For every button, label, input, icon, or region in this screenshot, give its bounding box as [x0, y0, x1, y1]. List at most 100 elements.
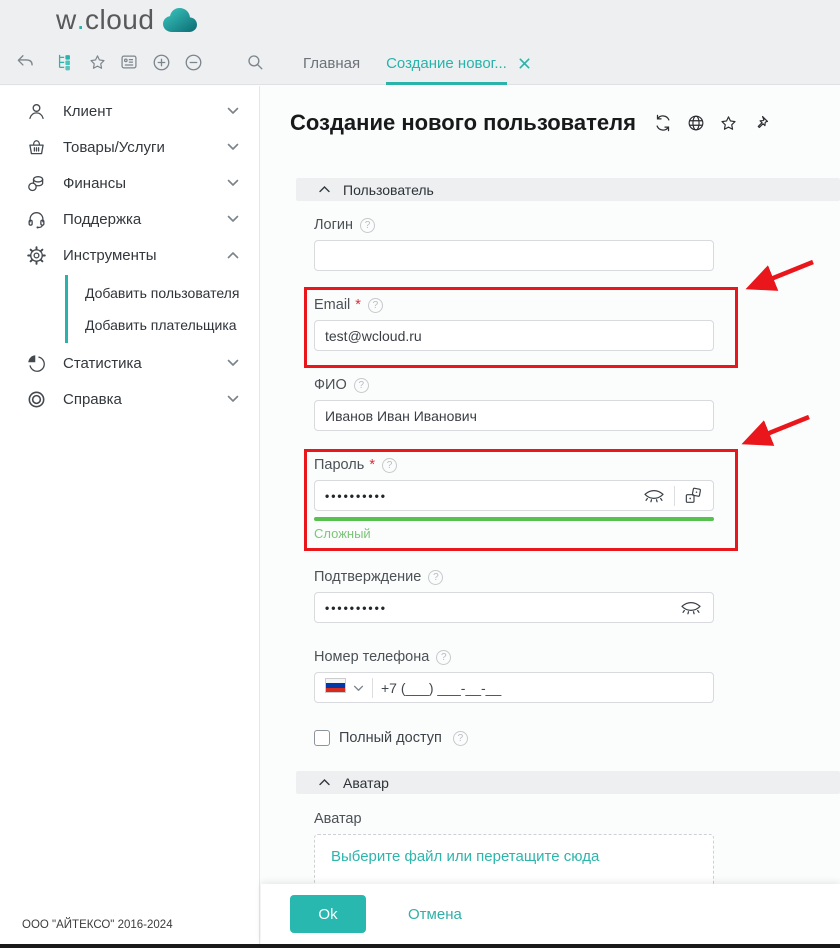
sidebar-item-help[interactable]: Справка	[0, 381, 259, 417]
chevron-down-icon	[353, 679, 364, 697]
help-icon[interactable]: ?	[360, 218, 375, 233]
login-label: Логин	[314, 217, 353, 233]
chevron-up-icon	[227, 251, 239, 259]
sidebar-item-label: Финансы	[63, 175, 126, 192]
fio-input[interactable]	[325, 401, 703, 430]
refresh-icon[interactable]	[653, 113, 673, 133]
submenu-item-label: Добавить пользователя	[85, 285, 239, 301]
card-icon[interactable]	[113, 46, 145, 78]
sidebar-item-statistics[interactable]: Статистика	[0, 345, 259, 381]
sidebar-menu: Клиент Товары/Услуги Финансы	[0, 86, 259, 417]
copyright-text: ООО "АЙТЕКСО" 2016-2024	[22, 919, 173, 931]
full-access-row: Полный доступ ?	[314, 730, 840, 746]
coins-icon	[25, 173, 47, 194]
page-title: Создание нового пользователя	[290, 110, 636, 136]
confirm-masked-value: ••••••••••	[325, 601, 679, 615]
full-access-checkbox[interactable]	[314, 730, 330, 746]
tab-bar: Главная Создание новог...	[290, 42, 544, 85]
fio-label: ФИО	[314, 377, 347, 393]
close-tab-icon[interactable]	[518, 57, 531, 70]
divider	[372, 678, 373, 698]
logo[interactable]: w.cloud	[56, 3, 201, 36]
help-ring-icon	[25, 389, 47, 410]
required-mark: *	[355, 297, 361, 313]
tab-home-label: Главная	[303, 55, 360, 72]
pie-chart-icon	[25, 353, 47, 374]
section-user-title: Пользователь	[343, 182, 434, 198]
tree-icon[interactable]	[49, 46, 81, 78]
chevron-down-icon	[227, 395, 239, 403]
section-user[interactable]: Пользователь	[296, 178, 840, 201]
fio-input-wrap	[314, 400, 714, 431]
sidebar-item-finance[interactable]: Финансы	[0, 165, 259, 201]
cloud-logo-icon	[159, 3, 201, 36]
country-select[interactable]	[325, 678, 364, 698]
sidebar: Клиент Товары/Услуги Финансы	[0, 86, 260, 944]
sidebar-item-products[interactable]: Товары/Услуги	[0, 129, 259, 165]
login-input[interactable]	[325, 241, 703, 270]
submenu-item-add-payer[interactable]: Добавить плательщика	[68, 309, 259, 341]
main-content: Создание нового пользователя Польз	[261, 86, 840, 944]
chevron-up-icon	[319, 779, 330, 786]
sidebar-item-label: Справка	[63, 391, 122, 408]
globe-icon[interactable]	[686, 113, 706, 133]
required-mark: *	[369, 457, 375, 473]
pin-icon[interactable]	[751, 114, 770, 133]
sidebar-item-label: Статистика	[63, 355, 142, 372]
chevron-down-icon	[227, 143, 239, 151]
tools-submenu: Добавить пользователя Добавить плательщи…	[65, 275, 259, 343]
tab-create-user[interactable]: Создание новог...	[373, 42, 544, 85]
tab-create-user-label: Создание новог...	[386, 55, 507, 72]
phone-mask-value: +7 (___) ___-__-__	[381, 680, 501, 696]
eye-closed-icon[interactable]	[642, 487, 666, 505]
chevron-up-icon	[319, 186, 330, 193]
full-access-label: Полный доступ	[339, 730, 442, 746]
submenu-item-add-user[interactable]: Добавить пользователя	[68, 277, 259, 309]
star-icon[interactable]	[81, 46, 113, 78]
sidebar-item-label: Товары/Услуги	[63, 139, 165, 156]
back-icon[interactable]	[9, 46, 41, 78]
help-icon[interactable]: ?	[436, 650, 451, 665]
form-action-bar: Ok Отмена	[261, 884, 840, 944]
app-header: w.cloud	[0, 0, 840, 85]
confirm-input[interactable]: ••••••••••	[314, 592, 714, 623]
help-icon[interactable]: ?	[428, 570, 443, 585]
password-input[interactable]: ••••••••••	[314, 480, 714, 511]
user-form: Пользователь Логин ? Email * ? ФИО ?	[296, 178, 840, 904]
sidebar-item-label: Поддержка	[63, 211, 141, 228]
help-icon[interactable]: ?	[368, 298, 383, 313]
help-icon[interactable]: ?	[382, 458, 397, 473]
email-input[interactable]	[325, 321, 703, 350]
logo-dot: .	[77, 4, 85, 36]
russia-flag-icon	[325, 678, 346, 698]
minus-circle-icon[interactable]	[177, 46, 209, 78]
ok-button[interactable]: Ok	[290, 895, 366, 933]
login-input-wrap	[314, 240, 714, 271]
sidebar-item-client[interactable]: Клиент	[0, 93, 259, 129]
tab-home[interactable]: Главная	[290, 42, 373, 85]
chevron-down-icon	[227, 215, 239, 223]
phone-input[interactable]: +7 (___) ___-__-__	[314, 672, 714, 703]
star-icon[interactable]	[719, 114, 738, 133]
section-avatar[interactable]: Аватар	[296, 771, 840, 794]
logo-text-cloud: cloud	[85, 4, 154, 36]
basket-icon	[25, 137, 47, 158]
help-icon[interactable]: ?	[354, 378, 369, 393]
sidebar-item-support[interactable]: Поддержка	[0, 201, 259, 237]
confirm-label: Подтверждение	[314, 569, 421, 585]
email-label: Email	[314, 297, 350, 313]
person-icon	[25, 101, 47, 122]
search-icon[interactable]	[239, 46, 271, 78]
gear-icon	[25, 245, 47, 266]
email-input-wrap	[314, 320, 714, 351]
avatar-dropzone-text: Выберите файл или перетащите сюда	[331, 848, 599, 865]
password-label: Пароль	[314, 457, 364, 473]
plus-circle-icon[interactable]	[145, 46, 177, 78]
chevron-down-icon	[227, 359, 239, 367]
sidebar-item-tools[interactable]: Инструменты	[0, 237, 259, 273]
generate-password-icon[interactable]	[683, 486, 703, 506]
password-strength-label: Сложный	[314, 526, 840, 541]
eye-closed-icon[interactable]	[679, 599, 703, 617]
help-icon[interactable]: ?	[453, 731, 468, 746]
cancel-button[interactable]: Отмена	[408, 906, 462, 923]
